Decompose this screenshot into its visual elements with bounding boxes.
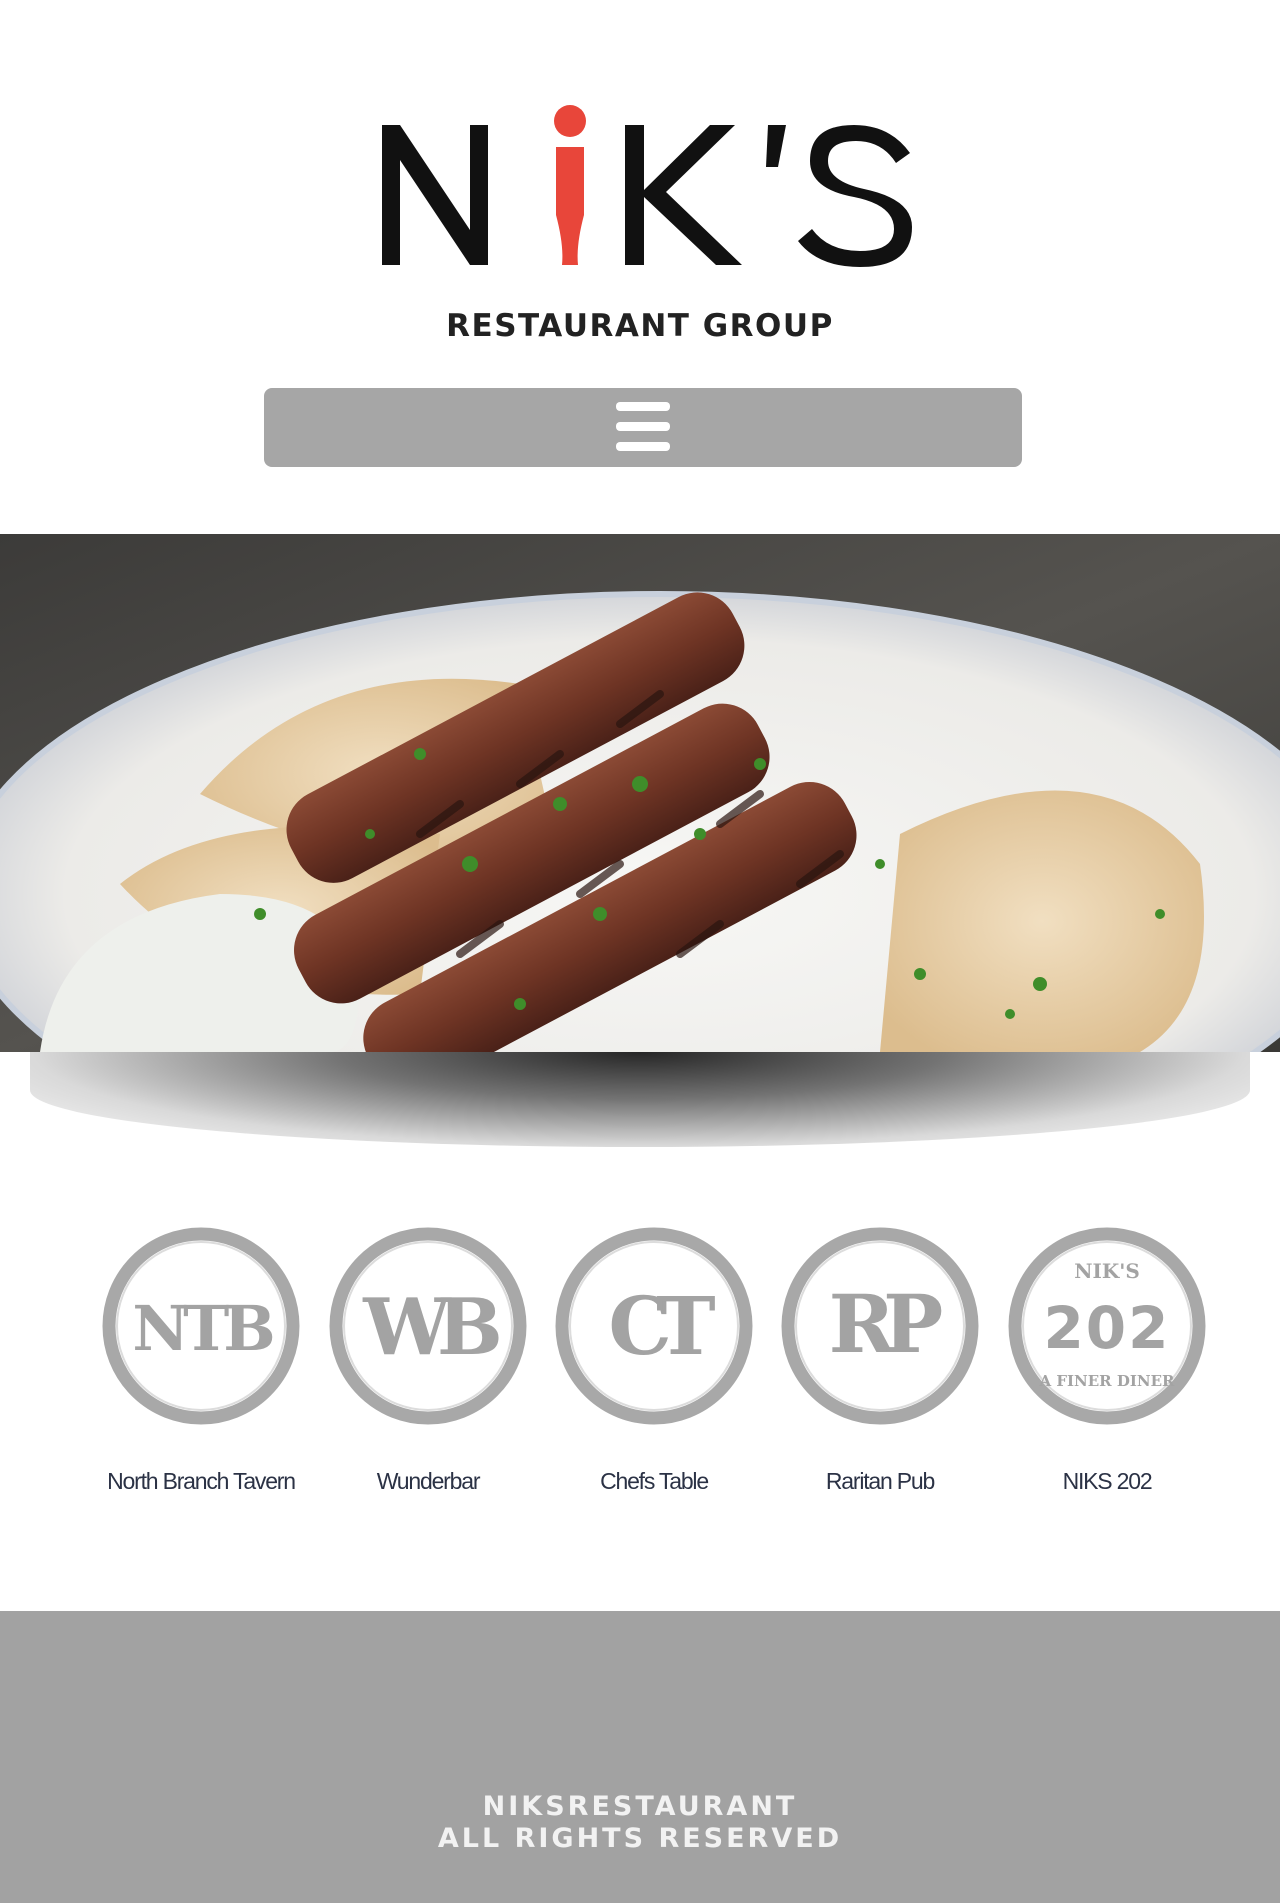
hero-image: [0, 534, 1280, 1052]
restaurant-label: NIKS 202: [1062, 1468, 1153, 1494]
restaurant-label: Chefs Table: [600, 1468, 709, 1494]
restaurant-label: North Branch Tavern: [107, 1468, 296, 1494]
hero-shadow-mask: [0, 1148, 1280, 1168]
brand-logo[interactable]: RESTAURANT GROUP: [0, 95, 1280, 355]
chefs-table-badge-icon: CT: [555, 1227, 753, 1425]
badge-monogram: NTB: [132, 1292, 272, 1365]
restaurant-link-niks-202[interactable]: NIK'S 202 A FINER DINER NIKS 202: [994, 1220, 1220, 1520]
raritan-pub-badge-icon: RP: [781, 1227, 979, 1425]
restaurant-link-wunderbar[interactable]: WB Wunderbar: [315, 1220, 541, 1520]
restaurant-label: Raritan Pub: [825, 1468, 935, 1494]
badge-top-text: NIK'S: [1074, 1259, 1140, 1283]
hero-shadow: [30, 1052, 1250, 1147]
restaurant-list: NTB North Branch Tavern WB Wunderbar CT …: [0, 1220, 1280, 1520]
badge-monogram: WB: [362, 1282, 499, 1373]
footer-rights: ALL RIGHTS RESERVED: [437, 1823, 843, 1854]
badge-monogram: CT: [608, 1279, 715, 1373]
badge-bottom-text: A FINER DINER: [1039, 1372, 1176, 1390]
wunderbar-badge-icon: WB: [329, 1227, 527, 1425]
footer-brand: NIKSRESTAURANT: [482, 1791, 798, 1822]
restaurant-link-raritan-pub[interactable]: RP Raritan Pub: [767, 1220, 993, 1520]
badge-monogram: RP: [829, 1277, 942, 1371]
niks-202-badge-icon: NIK'S 202 A FINER DINER: [1008, 1227, 1206, 1425]
footer: NIKSRESTAURANT ALL RIGHTS RESERVED: [0, 1611, 1280, 1903]
menu-toggle-button[interactable]: [264, 388, 1022, 467]
logo-tagline: RESTAURANT GROUP: [446, 308, 834, 344]
restaurant-label: Wunderbar: [376, 1468, 481, 1494]
logo-wordmark: [382, 105, 912, 267]
hamburger-menu-icon: [616, 402, 670, 454]
badge-monogram: 202: [1043, 1294, 1170, 1362]
north-branch-tavern-badge-icon: NTB: [102, 1227, 300, 1425]
restaurant-link-chefs-table[interactable]: CT Chefs Table: [541, 1220, 767, 1520]
restaurant-link-north-branch-tavern[interactable]: NTB North Branch Tavern: [88, 1220, 314, 1520]
